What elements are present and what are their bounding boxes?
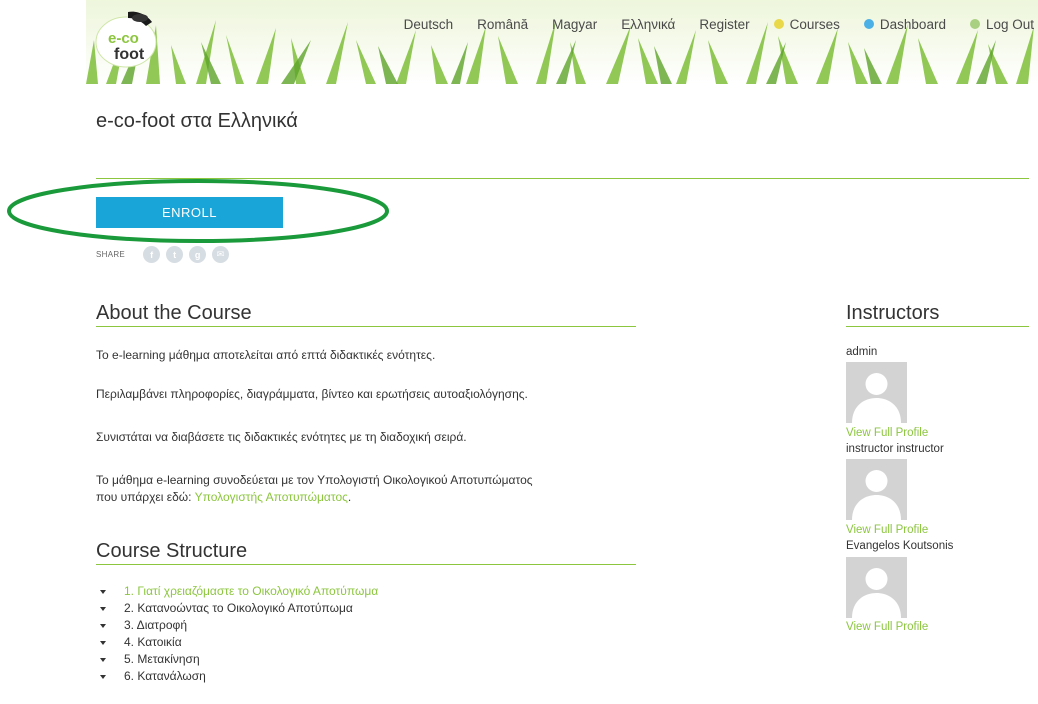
nav-label: Română <box>477 16 529 32</box>
list-item: 5. Μετακίνηση <box>100 651 378 668</box>
enroll-button[interactable]: ENROLL <box>96 197 283 228</box>
default-avatar-icon <box>846 557 907 618</box>
lesson-label: 4. Κατοικία <box>124 635 182 649</box>
instructor-name: instructor instructor <box>846 443 944 455</box>
default-avatar-icon <box>846 459 907 520</box>
site-header: e-co foot Deutsch Română Magyar Ελληνικά… <box>86 0 1038 84</box>
logo-text-foot: foot <box>114 46 145 63</box>
email-icon[interactable]: ✉ <box>212 246 230 263</box>
nav-romana[interactable]: Română <box>477 17 528 32</box>
nav-label: Ελληνικά <box>621 16 676 32</box>
title-divider <box>96 178 1029 179</box>
courses-icon <box>773 19 784 29</box>
about-paragraph-3: Συνιστάται να διαβάσετε τις διδακτικές ε… <box>96 430 467 444</box>
nav-magyar[interactable]: Magyar <box>552 17 597 32</box>
bullet-icon <box>100 623 106 628</box>
share-row: SHARE f t g ✉ <box>96 246 235 263</box>
lesson-label: 6. Κατανάλωση <box>124 669 206 683</box>
lesson-label: 5. Μετακίνηση <box>124 652 200 666</box>
lesson-link[interactable]: 1. Γιατί χρειαζόμαστε το Οικολογικό Αποτ… <box>124 583 378 600</box>
bullet-icon <box>100 606 106 611</box>
twitter-icon[interactable]: t <box>166 246 184 263</box>
nav-courses[interactable]: Courses <box>773 16 840 32</box>
about-paragraph-2: Περιλαμβάνει πληροφορίες, διαγράμματα, β… <box>96 387 528 401</box>
list-item: 6. Κατανάλωση <box>100 668 378 685</box>
about-paragraph-4-end: . <box>347 490 352 504</box>
nav-label: Register <box>699 16 750 32</box>
page-title: e-co-foot στα Ελληνικά <box>96 110 298 132</box>
nav-label: Courses <box>789 16 840 32</box>
lesson-label: 2. Κατανοώντας το Οικολογικό Αποτύπωμα <box>124 601 353 615</box>
default-avatar-icon <box>846 362 907 423</box>
instructors-heading: Instructors <box>846 302 1029 327</box>
list-item[interactable]: 1. Γιατί χρειαζόμαστε το Οικολογικό Αποτ… <box>100 583 378 600</box>
nav-register[interactable]: Register <box>699 17 749 32</box>
instructor-name: admin <box>846 346 878 358</box>
list-item: 3. Διατροφή <box>100 617 378 634</box>
footprint-calculator-link[interactable]: Υπολογιστής Αποτυπώματος <box>195 490 348 504</box>
view-full-profile-link[interactable]: View Full Profile <box>846 524 928 536</box>
avatar <box>846 557 907 618</box>
nav-deutsch[interactable]: Deutsch <box>404 17 454 32</box>
bullet-icon <box>100 589 106 594</box>
nav-logout[interactable]: Log Out <box>969 16 1034 32</box>
lesson-label: 3. Διατροφή <box>124 618 187 632</box>
facebook-icon[interactable]: f <box>143 246 161 263</box>
about-course-heading: About the Course <box>96 302 636 327</box>
grass-banner-graphic <box>86 20 1034 84</box>
about-paragraph-4: Το μάθημα e-learning συνοδεύεται με τον … <box>96 472 636 506</box>
about-paragraph-1: Το e-learning μάθημα αποτελείται από επτ… <box>96 348 436 362</box>
dashboard-icon <box>863 19 874 29</box>
bullet-icon <box>100 657 106 662</box>
share-label: SHARE <box>96 250 126 259</box>
bullet-icon <box>100 640 106 645</box>
view-full-profile-link[interactable]: View Full Profile <box>846 427 928 439</box>
avatar <box>846 459 907 520</box>
bullet-icon <box>100 674 106 679</box>
nav-label: Dashboard <box>879 16 946 32</box>
avatar <box>846 362 907 423</box>
nav-dashboard[interactable]: Dashboard <box>863 16 946 32</box>
nav-label: Magyar <box>552 16 598 32</box>
user-icon <box>969 19 980 29</box>
view-full-profile-link[interactable]: View Full Profile <box>846 621 928 633</box>
instructor-name: Evangelos Koutsonis <box>846 540 954 552</box>
top-navigation: Deutsch Română Magyar Ελληνικά Register … <box>380 14 1038 34</box>
nav-label: Deutsch <box>403 16 454 32</box>
about-paragraph-4-line2: που υπάρχει εδώ: <box>96 490 195 504</box>
about-paragraph-4-line1: Το μάθημα e-learning συνοδεύεται με τον … <box>96 473 533 487</box>
nav-label: Log Out <box>985 16 1034 32</box>
course-structure-heading: Course Structure <box>96 540 636 565</box>
logo-text-eco: e-co <box>108 30 139 47</box>
google-plus-icon[interactable]: g <box>189 246 207 263</box>
e-co-foot-logo[interactable]: e-co foot <box>94 6 158 68</box>
list-item: 2. Κατανοώντας το Οικολογικό Αποτύπωμα <box>100 600 378 617</box>
course-structure-list: 1. Γιατί χρειαζόμαστε το Οικολογικό Αποτ… <box>100 583 378 685</box>
nav-ellinika[interactable]: Ελληνικά <box>621 17 675 32</box>
list-item: 4. Κατοικία <box>100 634 378 651</box>
